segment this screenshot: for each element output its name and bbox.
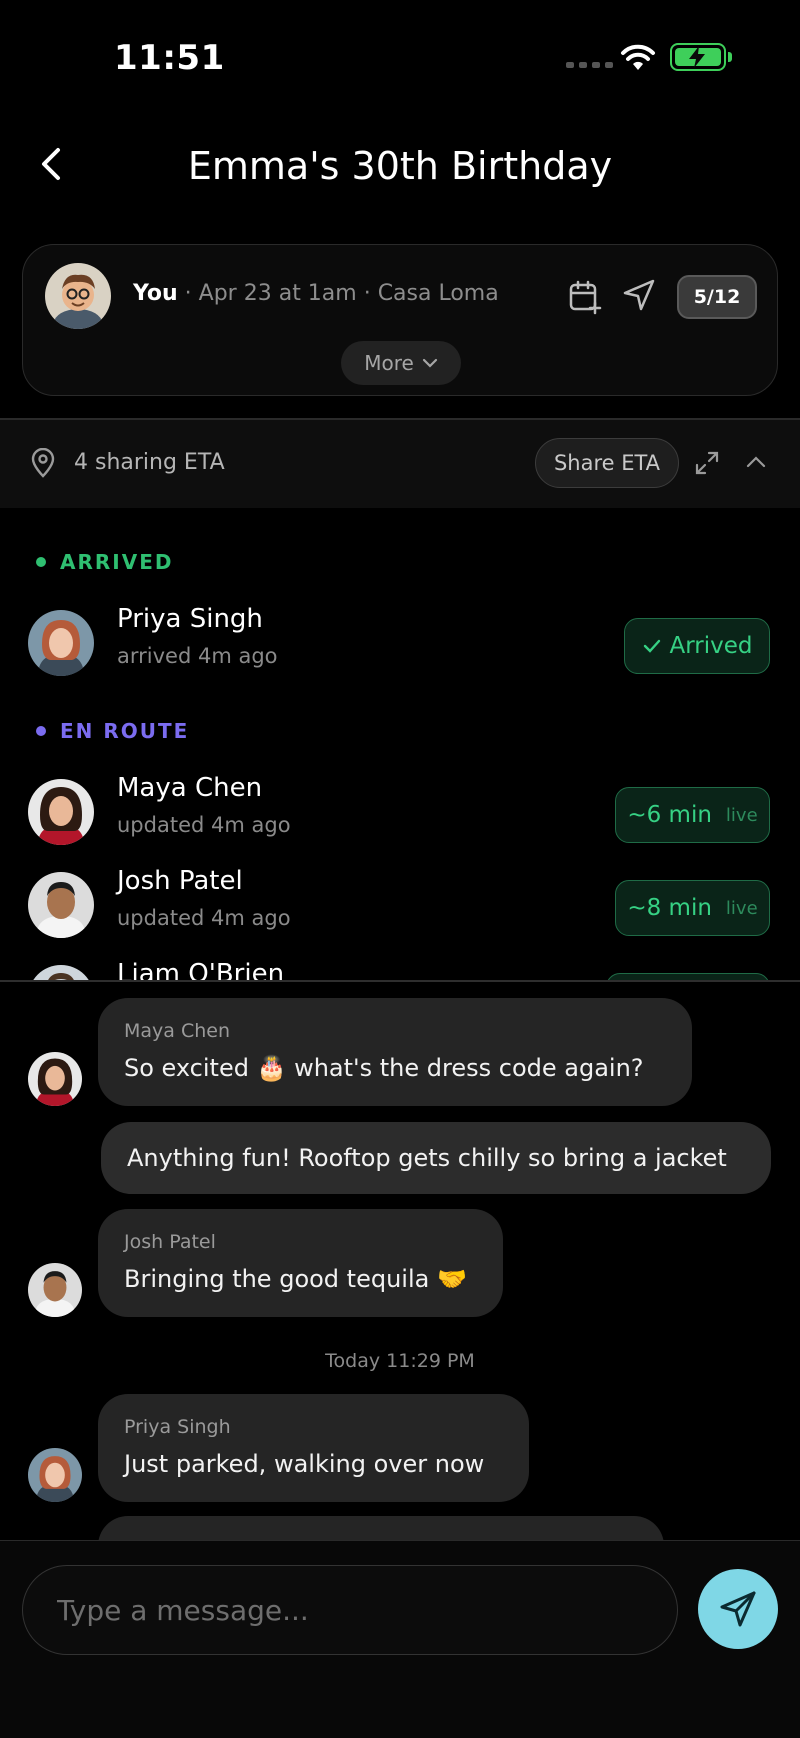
person-name: Liam O'Brien bbox=[117, 959, 285, 980]
attendee-count-badge[interactable]: 5/12 bbox=[677, 275, 757, 319]
avatar[interactable] bbox=[28, 1263, 82, 1317]
location-pin-icon bbox=[31, 448, 55, 478]
eta-badge bbox=[606, 973, 770, 980]
person-status-text: updated 4m ago bbox=[117, 906, 291, 930]
list-item-maya[interactable]: Maya Chen updated 4m ago ~6 min live bbox=[0, 773, 800, 853]
own-message-bubble[interactable]: Anything fun! Rooftop gets chilly so bri… bbox=[101, 1122, 771, 1194]
arrived-dot bbox=[36, 557, 46, 567]
eta-sharing-count: 4 sharing ETA bbox=[74, 450, 225, 475]
eta-badge: ~8 min live bbox=[615, 880, 770, 936]
event-card: You · Apr 23 at 1am · Casa Loma 5/12 Mor… bbox=[22, 244, 778, 396]
chevron-up-icon[interactable] bbox=[744, 450, 768, 474]
page-title: Emma's 30th Birthday bbox=[187, 144, 613, 188]
avatar[interactable] bbox=[28, 1448, 82, 1502]
status-bar: 11:51 bbox=[0, 0, 800, 110]
en-route-dot bbox=[36, 726, 46, 736]
status-time: 11:51 bbox=[114, 38, 225, 78]
eta-value: ~8 min bbox=[627, 895, 712, 921]
battery-icon bbox=[670, 43, 726, 71]
list-item-liam[interactable]: Liam O'Brien bbox=[0, 959, 800, 980]
host-name: You bbox=[133, 281, 178, 306]
avatar bbox=[28, 872, 94, 938]
person-name: Josh Patel bbox=[117, 866, 243, 896]
list-item-josh[interactable]: Josh Patel updated 4m ago ~8 min live bbox=[0, 866, 800, 946]
message-sender: Priya Singh bbox=[124, 1416, 231, 1438]
avatar bbox=[28, 779, 94, 845]
message-composer bbox=[0, 1540, 800, 1738]
arrived-section-label: ARRIVED bbox=[36, 550, 173, 574]
en-route-section-label: EN ROUTE bbox=[36, 719, 189, 743]
person-name: Maya Chen bbox=[117, 773, 263, 803]
message-input[interactable] bbox=[22, 1565, 678, 1655]
event-meta: You · Apr 23 at 1am · Casa Loma bbox=[133, 281, 499, 306]
send-button[interactable] bbox=[698, 1569, 778, 1649]
message-text: Just parked, walking over now bbox=[124, 1450, 485, 1478]
message-sender: Maya Chen bbox=[124, 1020, 231, 1042]
add-to-calendar-icon[interactable] bbox=[567, 279, 603, 315]
arrived-badge: Arrived bbox=[624, 618, 770, 674]
arrived-badge-label: Arrived bbox=[669, 633, 753, 659]
cellular-signal-icon bbox=[566, 62, 613, 68]
chat-thread: Maya Chen So excited 🎂 what's the dress … bbox=[0, 982, 800, 1540]
avatar bbox=[28, 965, 94, 980]
live-label: live bbox=[725, 897, 758, 919]
header: Emma's 30th Birthday bbox=[0, 130, 800, 210]
message-text: Bringing the good tequila 🤝 bbox=[124, 1265, 467, 1293]
person-status-text: updated 4m ago bbox=[117, 813, 291, 837]
live-label: live bbox=[725, 804, 758, 826]
list-item-priya[interactable]: Priya Singh arrived 4m ago Arrived bbox=[0, 604, 800, 684]
eta-value: ~6 min bbox=[627, 802, 712, 828]
expand-icon[interactable] bbox=[694, 450, 720, 476]
wifi-icon bbox=[621, 44, 655, 70]
eta-badge: ~6 min live bbox=[615, 787, 770, 843]
day-separator: Today 11:29 PM bbox=[325, 1350, 475, 1372]
avatar bbox=[28, 610, 94, 676]
message-bubble[interactable]: Josh Patel Bringing the good tequila 🤝 bbox=[98, 1209, 503, 1317]
en-route-heading: EN ROUTE bbox=[60, 719, 190, 743]
eta-list: ARRIVED Priya Singh arrived 4m ago Arriv… bbox=[0, 508, 800, 980]
avatar[interactable] bbox=[28, 1052, 82, 1106]
send-icon bbox=[720, 1591, 756, 1627]
more-label: More bbox=[364, 351, 414, 375]
share-eta-button[interactable]: Share ETA bbox=[535, 438, 679, 488]
event-details: · Apr 23 at 1am · Casa Loma bbox=[177, 281, 499, 306]
message-bubble[interactable] bbox=[98, 1516, 664, 1540]
host-avatar[interactable] bbox=[45, 263, 111, 329]
message-text: Anything fun! Rooftop gets chilly so bri… bbox=[127, 1144, 727, 1172]
person-name: Priya Singh bbox=[117, 604, 263, 634]
navigation-icon[interactable] bbox=[621, 277, 657, 313]
message-bubble[interactable]: Maya Chen So excited 🎂 what's the dress … bbox=[98, 998, 692, 1106]
message-sender: Josh Patel bbox=[124, 1231, 216, 1253]
chevron-down-icon bbox=[422, 358, 437, 368]
check-icon bbox=[643, 639, 660, 653]
message-bubble[interactable]: Priya Singh Just parked, walking over no… bbox=[98, 1394, 529, 1502]
more-button[interactable]: More bbox=[341, 341, 461, 385]
message-text: So excited 🎂 what's the dress code again… bbox=[124, 1054, 644, 1082]
battery-tip bbox=[728, 52, 732, 62]
arrived-heading: ARRIVED bbox=[60, 550, 174, 574]
person-status-text: arrived 4m ago bbox=[117, 644, 278, 668]
eta-bar: 4 sharing ETA Share ETA bbox=[0, 420, 800, 508]
